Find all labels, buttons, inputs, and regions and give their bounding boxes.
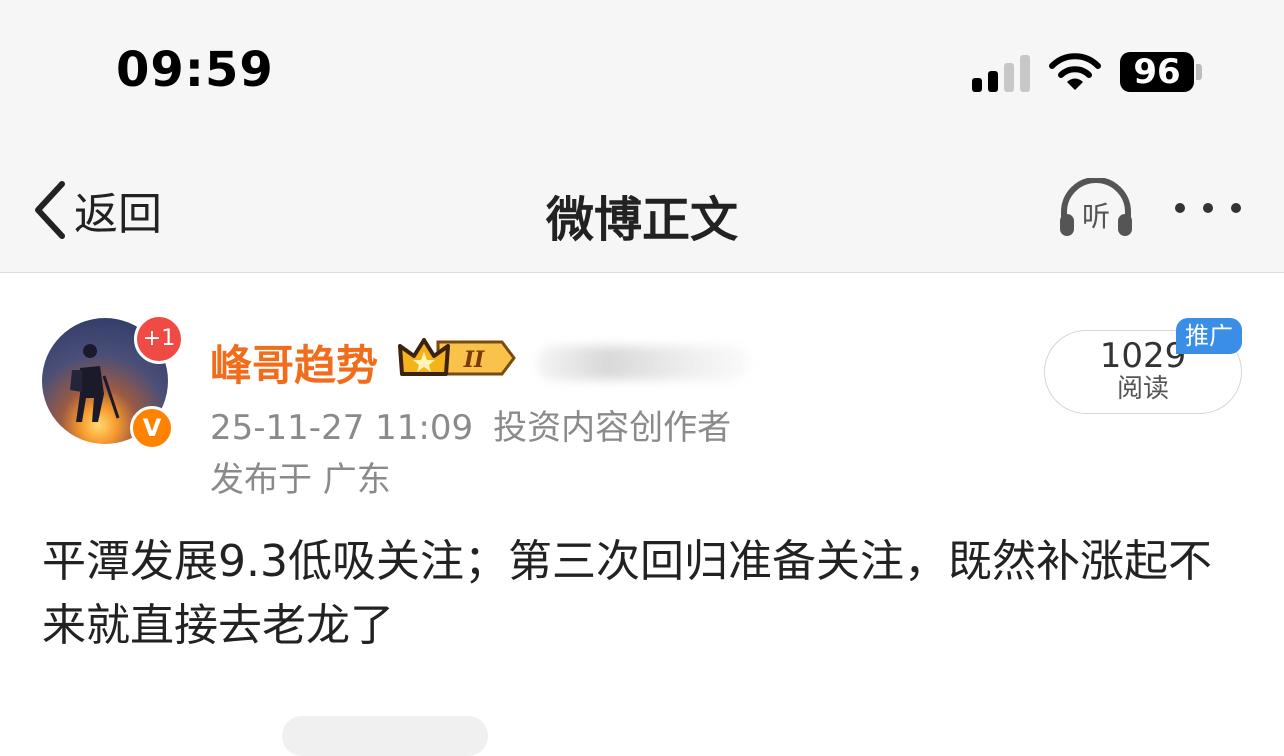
post-timestamp: 25-11-27 11:09 <box>210 408 474 448</box>
blurred-tag <box>536 346 750 380</box>
headphones-listen-icon[interactable]: 听 <box>1056 178 1136 242</box>
post-meta: 25-11-27 11:09 投资内容创作者 <box>210 400 731 449</box>
post-body: 平潭发展9.3低吸关注；第三次回归准备关注，既然补涨起不来就直接去老龙了 <box>42 536 1212 651</box>
listen-label: 听 <box>1082 200 1110 233</box>
partial-pill[interactable] <box>282 716 488 756</box>
cellular-signal-icon <box>972 54 1032 92</box>
verified-badge: V <box>130 406 174 450</box>
status-bar: 09:59 96 <box>0 0 1284 150</box>
author-type: 投资内容创作者 <box>493 408 732 448</box>
member-level-label: II <box>463 347 485 373</box>
author-name[interactable]: 峰哥趋势 <box>210 332 378 393</box>
nav-bar: 返回 微博正文 听 <box>0 150 1284 273</box>
notification-badge: +1 <box>134 314 184 364</box>
promote-badge[interactable]: 推广 <box>1176 318 1242 354</box>
more-options-icon[interactable] <box>1170 196 1246 220</box>
post-location: 发布于 广东 <box>210 460 391 500</box>
read-label: 阅读 <box>1116 374 1169 404</box>
battery-tip <box>1196 64 1202 80</box>
wifi-icon <box>1049 53 1101 90</box>
status-time: 09:59 <box>116 42 274 98</box>
crown-member-icon[interactable]: II <box>398 336 516 380</box>
author-avatar-container[interactable]: +1 V <box>42 314 184 452</box>
battery-indicator: 96 <box>1120 52 1194 92</box>
